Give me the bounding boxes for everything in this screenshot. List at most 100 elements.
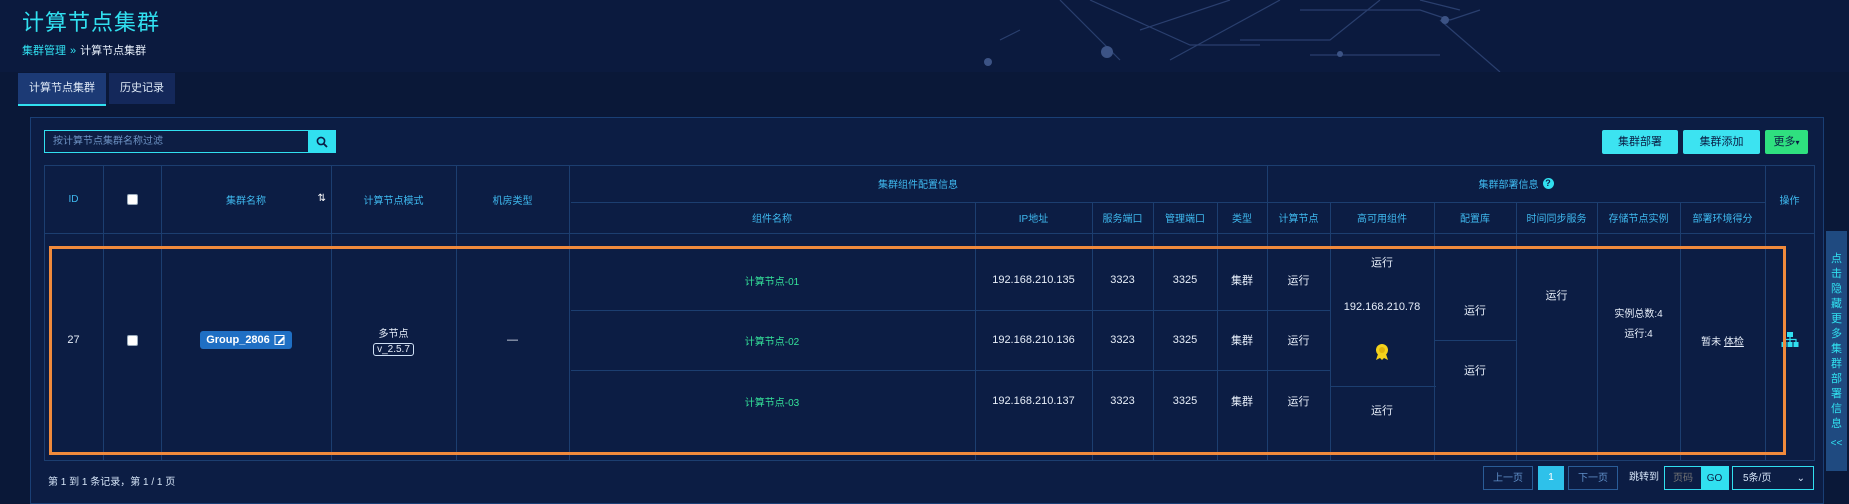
search-input[interactable]: [45, 131, 308, 152]
group-name: Group_2806: [206, 334, 270, 346]
manage-port-2: 3325: [1172, 334, 1198, 346]
score-cell: 暂未 体检: [1680, 250, 1765, 430]
component-name-3: 计算节点-03: [744, 397, 800, 409]
manage-port-1: 3325: [1172, 274, 1198, 286]
header-circuit-decoration: [0, 0, 1849, 72]
tab-bar: 计算节点集群 历史记录: [18, 73, 178, 106]
more-label: 更多: [1773, 136, 1796, 148]
ha-master-cell: [1330, 340, 1434, 364]
service-port-2: 3323: [1110, 334, 1135, 346]
tab-compute-cluster[interactable]: 计算节点集群: [18, 73, 106, 106]
component-ip-1: 192.168.210.135: [992, 274, 1075, 286]
th-ha: 高可用组件: [1357, 214, 1407, 225]
jump-group: GO: [1664, 466, 1729, 490]
ha-status-bottom: 运行: [1371, 405, 1393, 417]
page-size-select[interactable]: 5条/页 ⌄: [1732, 466, 1814, 490]
th-ip: IP地址: [1018, 214, 1049, 225]
page-number-input[interactable]: [1665, 467, 1701, 489]
action-cell: [1765, 250, 1814, 430]
th-group-deploy: 集群部署信息 ?: [1267, 165, 1765, 202]
pagination-info: 第 1 到 1 条记录，第 1 / 1 页: [48, 477, 176, 488]
component-type-3: 集群: [1231, 396, 1253, 408]
prev-page-button[interactable]: 上一页: [1483, 466, 1533, 490]
th-manage-port: 管理端口: [1165, 214, 1205, 225]
breadcrumb: 集群管理 » 计算节点集群: [22, 42, 146, 58]
storage-total: 实例总数:4: [1614, 309, 1663, 320]
cell-room: —: [507, 334, 518, 346]
component-type-1: 集群: [1231, 275, 1253, 287]
master-award-icon: [1376, 344, 1388, 360]
th-mode: 计算节点模式: [363, 195, 424, 207]
collapse-arrow-icon: <<: [1830, 437, 1843, 449]
more-button[interactable]: 更多▾: [1765, 130, 1808, 154]
th-action: 操作: [1779, 195, 1800, 207]
page-size-value: 5条/页: [1743, 473, 1772, 484]
health-check-link[interactable]: 体检: [1724, 333, 1744, 348]
th-config-db: 配置库: [1460, 214, 1490, 225]
topology-icon[interactable]: [1781, 331, 1799, 349]
storage-cell: 实例总数:4 运行:4: [1597, 280, 1680, 370]
cell-mode: 多节点 v_2.5.7: [331, 250, 456, 430]
th-name-label: 集群名称: [226, 195, 266, 207]
service-port-3: 3323: [1110, 395, 1135, 407]
th-score: 部署环境得分: [1692, 214, 1753, 225]
chevron-down-icon: ⌄: [1796, 473, 1805, 484]
th-time-sync: 时间同步服务: [1526, 214, 1587, 225]
component-name-1: 计算节点-01: [744, 276, 800, 288]
breadcrumb-item-cluster-manage[interactable]: 集群管理: [22, 45, 66, 57]
th-id: ID: [68, 193, 79, 205]
cell-name: Group_2806: [161, 250, 331, 430]
tab-history[interactable]: 历史记录: [109, 73, 175, 104]
component-type-2: 集群: [1231, 335, 1253, 347]
ha-status-top: 运行: [1371, 257, 1393, 269]
edit-icon[interactable]: [274, 334, 286, 346]
config-db-status-2: 运行: [1464, 365, 1486, 377]
cell-id: 27: [67, 334, 80, 346]
search-bar: [44, 130, 336, 153]
config-db-status-1: 运行: [1464, 305, 1486, 317]
sort-icon[interactable]: ⇅: [318, 193, 326, 204]
caret-down-icon: ▾: [1795, 138, 1800, 147]
th-name[interactable]: 集群名称 ⇅: [161, 165, 331, 233]
service-port-1: 3323: [1110, 274, 1135, 286]
compute-node-status-3: 运行: [1287, 396, 1310, 408]
side-tab-label: 点击隐藏更多集群部署信息: [1831, 252, 1842, 430]
row-checkbox[interactable]: [126, 334, 138, 346]
cluster-deploy-button[interactable]: 集群部署: [1602, 130, 1678, 154]
help-icon[interactable]: ?: [1542, 178, 1554, 189]
storage-running: 运行:4: [1624, 329, 1653, 340]
th-compute-node: 计算节点: [1278, 214, 1319, 225]
breadcrumb-separator: »: [70, 45, 77, 57]
score-text: 暂未: [1701, 336, 1722, 348]
select-all-checkbox[interactable]: [126, 193, 138, 205]
go-button[interactable]: GO: [1701, 467, 1728, 489]
th-component: 组件名称: [752, 214, 792, 225]
version-tag: v_2.5.7: [373, 342, 414, 356]
page-title: 计算节点集群: [22, 10, 161, 35]
th-select-all: [103, 165, 161, 233]
th-service-port: 服务端口: [1102, 214, 1143, 225]
next-page-button[interactable]: 下一页: [1568, 466, 1618, 490]
manage-port-3: 3325: [1172, 395, 1198, 407]
th-group-config: 集群组件配置信息: [878, 180, 958, 191]
search-icon: [316, 136, 328, 148]
cluster-add-button[interactable]: 集群添加: [1683, 130, 1760, 154]
compute-node-status-2: 运行: [1287, 335, 1310, 347]
th-storage: 存储节点实例: [1608, 214, 1669, 225]
page-1-button[interactable]: 1: [1538, 466, 1564, 490]
search-button[interactable]: [308, 131, 335, 152]
mode-text: 多节点: [378, 328, 409, 340]
breadcrumb-item-current: 计算节点集群: [80, 45, 147, 57]
component-ip-3: 192.168.210.137: [992, 395, 1075, 407]
component-name-2: 计算节点-02: [744, 336, 800, 348]
group-name-badge[interactable]: Group_2806: [200, 331, 292, 349]
component-ip-2: 192.168.210.136: [992, 334, 1075, 346]
ha-ip: 192.168.210.78: [1343, 301, 1421, 313]
th-group-deploy-label: 集群部署信息: [1478, 180, 1539, 191]
time-sync-status: 运行: [1545, 290, 1568, 302]
jump-label: 跳转到: [1629, 472, 1659, 483]
cell-select: [103, 250, 161, 430]
compute-node-status-1: 运行: [1287, 275, 1310, 287]
toggle-deploy-info-tab[interactable]: 点击隐藏更多集群部署信息 <<: [1826, 231, 1847, 471]
th-type: 类型: [1232, 214, 1252, 225]
